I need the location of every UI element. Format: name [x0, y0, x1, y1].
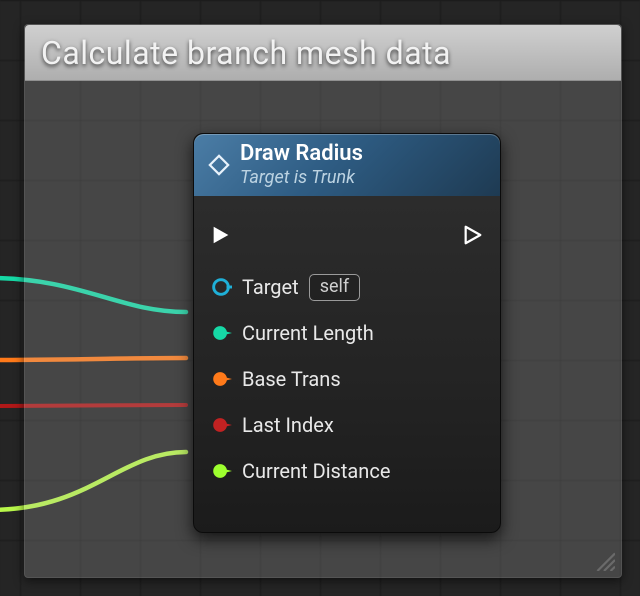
- data-pin-icon: [210, 414, 232, 436]
- comment-title: Calculate branch mesh data: [41, 34, 451, 72]
- function-icon: [208, 154, 230, 176]
- last-index-pin[interactable]: [210, 414, 232, 436]
- current-length-label: Current Length: [242, 321, 374, 345]
- current-distance-pin[interactable]: [210, 460, 232, 482]
- data-pin-icon: [210, 322, 232, 344]
- data-pin-icon: [210, 368, 232, 390]
- base-trans-pin-row: Base Trans: [210, 356, 484, 402]
- comment-block[interactable]: Calculate branch mesh data Draw Radius T…: [24, 24, 622, 578]
- last-index-pin-row: Last Index: [210, 402, 484, 448]
- resize-grip-icon[interactable]: [593, 549, 615, 571]
- base-trans-pin[interactable]: [210, 368, 232, 390]
- base-trans-label: Base Trans: [242, 367, 341, 391]
- current-distance-pin-row: Current Distance: [210, 448, 484, 494]
- current-distance-label: Current Distance: [242, 459, 390, 483]
- target-value[interactable]: self: [309, 274, 360, 301]
- node-header[interactable]: Draw Radius Target is Trunk: [194, 134, 500, 196]
- object-pin-icon: [210, 276, 232, 298]
- data-pin-icon: [210, 460, 232, 482]
- last-index-label: Last Index: [242, 413, 334, 437]
- exec-row: [210, 210, 484, 260]
- exec-in-icon: [210, 223, 232, 247]
- current-length-pin-row: Current Length: [210, 310, 484, 356]
- exec-out-icon: [462, 223, 484, 247]
- current-length-pin[interactable]: [210, 322, 232, 344]
- draw-radius-node[interactable]: Draw Radius Target is Trunk: [193, 133, 501, 533]
- node-title: Draw Radius: [240, 142, 363, 166]
- exec-out-pin[interactable]: [462, 224, 484, 246]
- node-body: Target self Current Length: [194, 196, 500, 504]
- node-subtitle: Target is Trunk: [240, 168, 363, 188]
- comment-header[interactable]: Calculate branch mesh data: [25, 25, 621, 81]
- exec-in-pin[interactable]: [210, 224, 232, 246]
- target-pin[interactable]: [210, 276, 232, 298]
- target-pin-row: Target self: [210, 264, 484, 310]
- node-title-block: Draw Radius Target is Trunk: [240, 142, 363, 188]
- target-label: Target: [242, 275, 299, 299]
